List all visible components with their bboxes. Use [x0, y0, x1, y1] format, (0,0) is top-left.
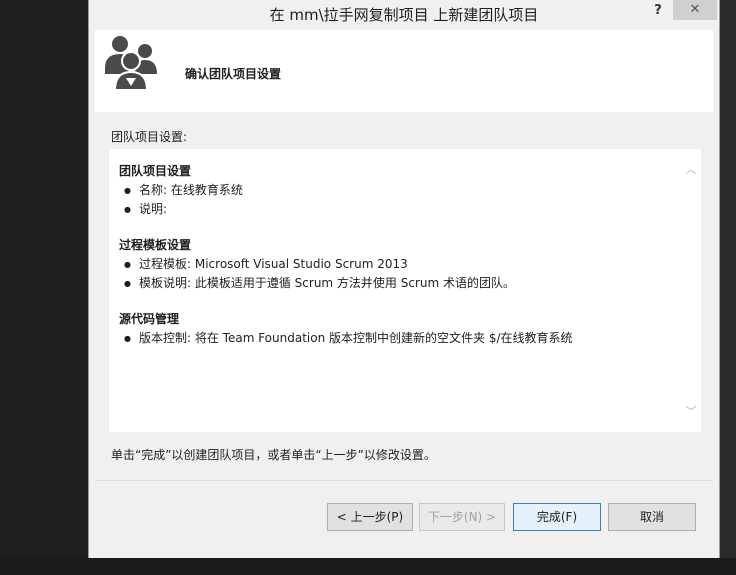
summary-item: 版本控制: 将在 Team Foundation 版本控制中创建新的空文件夹 $… [119, 329, 674, 348]
chevron-up-icon[interactable]: ︿ [685, 161, 697, 176]
instruction-text: 单击“完成”以创建团队项目，或者单击“上一步”以修改设置。 [111, 448, 436, 462]
chevron-down-icon[interactable]: ﹀ [685, 403, 697, 418]
vertical-scrollbar[interactable]: ︿ ﹀ [681, 149, 701, 432]
finish-button[interactable]: 完成(F) [513, 503, 601, 531]
wizard-header: 确认团队项目设置 [95, 30, 713, 112]
new-team-project-dialog: 在 mm\拉手网复制项目 上新建团队项目 ? ✕ 确认团队项目设置 团队项目设置… [88, 0, 720, 558]
divider [95, 480, 713, 481]
window-title: 在 mm\拉手网复制项目 上新建团队项目 [269, 6, 539, 24]
background-edge [720, 0, 736, 575]
previous-button[interactable]: < 上一步(P) [327, 503, 413, 531]
cancel-button[interactable]: 取消 [608, 503, 696, 531]
team-people-icon [105, 36, 157, 90]
summary-item: 名称: 在线教育系统 [119, 181, 674, 200]
summary-content: 团队项目设置 名称: 在线教育系统 说明: 过程模板设置 过程模板: Micro… [119, 162, 674, 348]
summary-item: 模板说明: 此模板适用于遵循 Scrum 方法并使用 Scrum 术语的团队。 [119, 274, 674, 293]
summary-item: 过程模板: Microsoft Visual Studio Scrum 2013 [119, 255, 674, 274]
taskbar-edge [0, 558, 736, 575]
summary-item: 说明: [119, 200, 674, 219]
close-button[interactable]: ✕ [673, 0, 717, 20]
group-title: 源代码管理 [119, 312, 180, 326]
next-button[interactable]: 下一步(N) > [419, 503, 505, 531]
help-button[interactable]: ? [651, 3, 665, 21]
settings-summary-panel[interactable]: 团队项目设置 名称: 在线教育系统 说明: 过程模板设置 过程模板: Micro… [109, 149, 701, 432]
section-label: 团队项目设置: [111, 130, 188, 144]
title-bar: 在 mm\拉手网复制项目 上新建团队项目 ? ✕ [89, 0, 719, 28]
group-title: 团队项目设置 [119, 164, 192, 178]
page-title: 确认团队项目设置 [185, 67, 282, 81]
group-title: 过程模板设置 [119, 238, 192, 252]
